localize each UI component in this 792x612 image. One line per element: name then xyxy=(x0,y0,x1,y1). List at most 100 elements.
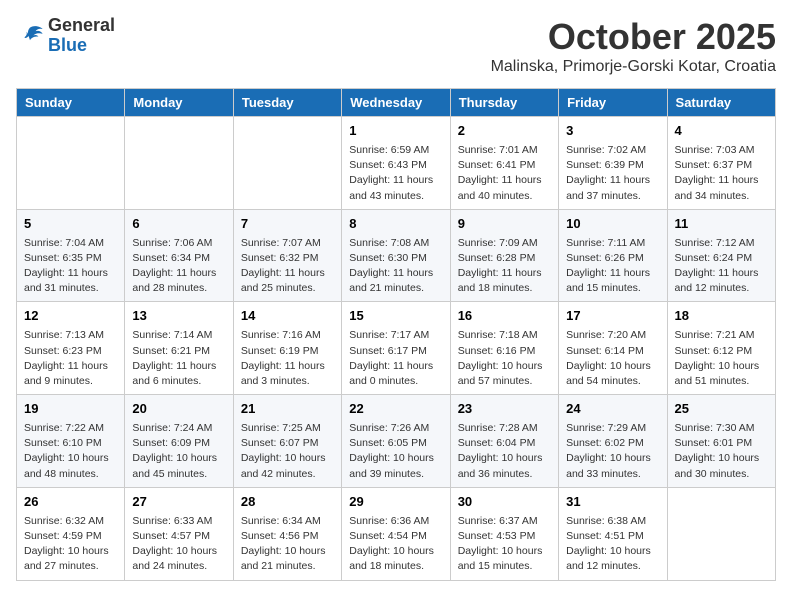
day-number: 29 xyxy=(349,493,442,512)
calendar-cell: 11 Sunrise: 7:12 AM Sunset: 6:24 PM Dayli… xyxy=(667,209,775,302)
day-info: Sunrise: 7:08 AM Sunset: 6:30 PM Dayligh… xyxy=(349,236,442,297)
calendar-table: SundayMondayTuesdayWednesdayThursdayFrid… xyxy=(16,88,776,581)
day-number: 2 xyxy=(458,122,551,141)
calendar-cell: 5Sunrise: 7:04 AM Sunset: 6:35 PM Daylig… xyxy=(17,209,125,302)
day-info: Sunrise: 7:22 AM Sunset: 6:10 PM Dayligh… xyxy=(24,421,117,482)
calendar-cell: 4 Sunrise: 7:03 AM Sunset: 6:37 PM Daylig… xyxy=(667,117,775,210)
calendar-cell: 27Sunrise: 6:33 AM Sunset: 4:57 PM Dayli… xyxy=(125,487,233,580)
day-number: 9 xyxy=(458,215,551,234)
day-info: Sunrise: 7:04 AM Sunset: 6:35 PM Dayligh… xyxy=(24,236,117,297)
day-number: 1 xyxy=(349,122,442,141)
calendar-cell: 12 Sunrise: 7:13 AM Sunset: 6:23 PM Dayli… xyxy=(17,302,125,395)
calendar-cell: 18Sunrise: 7:21 AM Sunset: 6:12 PM Dayli… xyxy=(667,302,775,395)
calendar-cell: 28 Sunrise: 6:34 AM Sunset: 4:56 PM Dayli… xyxy=(233,487,341,580)
day-info: Sunrise: 7:30 AM Sunset: 6:01 PM Dayligh… xyxy=(675,421,768,482)
day-number: 8 xyxy=(349,215,442,234)
calendar-cell: 22Sunrise: 7:26 AM Sunset: 6:05 PM Dayli… xyxy=(342,395,450,488)
calendar-week-row: 5Sunrise: 7:04 AM Sunset: 6:35 PM Daylig… xyxy=(17,209,776,302)
day-info: Sunrise: 7:02 AM Sunset: 6:39 PM Dayligh… xyxy=(566,143,659,204)
day-number: 24 xyxy=(566,400,659,419)
day-info: Sunrise: 7:09 AM Sunset: 6:28 PM Dayligh… xyxy=(458,236,551,297)
calendar-cell: 14 Sunrise: 7:16 AM Sunset: 6:19 PM Dayli… xyxy=(233,302,341,395)
day-number: 23 xyxy=(458,400,551,419)
calendar-cell xyxy=(17,117,125,210)
calendar-cell: 30 Sunrise: 6:37 AM Sunset: 4:53 PM Dayli… xyxy=(450,487,558,580)
day-info: Sunrise: 6:37 AM Sunset: 4:53 PM Dayligh… xyxy=(458,514,551,575)
day-number: 14 xyxy=(241,307,334,326)
day-info: Sunrise: 7:17 AM Sunset: 6:17 PM Dayligh… xyxy=(349,328,442,389)
calendar-cell: 20Sunrise: 7:24 AM Sunset: 6:09 PM Dayli… xyxy=(125,395,233,488)
calendar-cell: 25 Sunrise: 7:30 AM Sunset: 6:01 PM Dayli… xyxy=(667,395,775,488)
calendar-cell: 29 Sunrise: 6:36 AM Sunset: 4:54 PM Dayli… xyxy=(342,487,450,580)
day-info: Sunrise: 7:18 AM Sunset: 6:16 PM Dayligh… xyxy=(458,328,551,389)
day-number: 26 xyxy=(24,493,117,512)
day-info: Sunrise: 6:34 AM Sunset: 4:56 PM Dayligh… xyxy=(241,514,334,575)
day-number: 28 xyxy=(241,493,334,512)
day-info: Sunrise: 7:28 AM Sunset: 6:04 PM Dayligh… xyxy=(458,421,551,482)
day-info: Sunrise: 7:01 AM Sunset: 6:41 PM Dayligh… xyxy=(458,143,551,204)
day-number: 15 xyxy=(349,307,442,326)
calendar-cell xyxy=(233,117,341,210)
calendar-cell xyxy=(125,117,233,210)
calendar-cell: 9 Sunrise: 7:09 AM Sunset: 6:28 PM Daylig… xyxy=(450,209,558,302)
day-info: Sunrise: 7:29 AM Sunset: 6:02 PM Dayligh… xyxy=(566,421,659,482)
weekday-header: Monday xyxy=(125,89,233,117)
day-info: Sunrise: 7:14 AM Sunset: 6:21 PM Dayligh… xyxy=(132,328,225,389)
day-info: Sunrise: 6:59 AM Sunset: 6:43 PM Dayligh… xyxy=(349,143,442,204)
weekday-header: Tuesday xyxy=(233,89,341,117)
day-number: 30 xyxy=(458,493,551,512)
day-info: Sunrise: 6:36 AM Sunset: 4:54 PM Dayligh… xyxy=(349,514,442,575)
calendar-week-row: 19 Sunrise: 7:22 AM Sunset: 6:10 PM Dayli… xyxy=(17,395,776,488)
day-number: 12 xyxy=(24,307,117,326)
calendar-cell: 3 Sunrise: 7:02 AM Sunset: 6:39 PM Daylig… xyxy=(559,117,667,210)
day-number: 31 xyxy=(566,493,659,512)
calendar-week-row: 26 Sunrise: 6:32 AM Sunset: 4:59 PM Dayli… xyxy=(17,487,776,580)
day-number: 21 xyxy=(241,400,334,419)
day-number: 19 xyxy=(24,400,117,419)
weekday-header: Friday xyxy=(559,89,667,117)
day-info: Sunrise: 6:32 AM Sunset: 4:59 PM Dayligh… xyxy=(24,514,117,575)
title-block: October 2025 Malinska, Primorje-Gorski K… xyxy=(491,16,776,76)
location-title: Malinska, Primorje-Gorski Kotar, Croatia xyxy=(491,58,776,76)
day-info: Sunrise: 7:12 AM Sunset: 6:24 PM Dayligh… xyxy=(675,236,768,297)
day-number: 6 xyxy=(132,215,225,234)
day-number: 13 xyxy=(132,307,225,326)
weekday-header: Thursday xyxy=(450,89,558,117)
header: General Blue October 2025 Malinska, Prim… xyxy=(16,16,776,76)
day-info: Sunrise: 7:03 AM Sunset: 6:37 PM Dayligh… xyxy=(675,143,768,204)
calendar-cell: 24 Sunrise: 7:29 AM Sunset: 6:02 PM Dayli… xyxy=(559,395,667,488)
day-number: 11 xyxy=(675,215,768,234)
weekday-header-row: SundayMondayTuesdayWednesdayThursdayFrid… xyxy=(17,89,776,117)
calendar-cell: 17Sunrise: 7:20 AM Sunset: 6:14 PM Dayli… xyxy=(559,302,667,395)
calendar-week-row: 12 Sunrise: 7:13 AM Sunset: 6:23 PM Dayli… xyxy=(17,302,776,395)
calendar-cell: 2 Sunrise: 7:01 AM Sunset: 6:41 PM Daylig… xyxy=(450,117,558,210)
day-number: 22 xyxy=(349,400,442,419)
calendar-cell: 7 Sunrise: 7:07 AM Sunset: 6:32 PM Daylig… xyxy=(233,209,341,302)
day-number: 7 xyxy=(241,215,334,234)
calendar-cell: 10Sunrise: 7:11 AM Sunset: 6:26 PM Dayli… xyxy=(559,209,667,302)
calendar-cell: 1 Sunrise: 6:59 AM Sunset: 6:43 PM Daylig… xyxy=(342,117,450,210)
weekday-header: Sunday xyxy=(17,89,125,117)
weekday-header: Saturday xyxy=(667,89,775,117)
day-number: 16 xyxy=(458,307,551,326)
day-info: Sunrise: 7:16 AM Sunset: 6:19 PM Dayligh… xyxy=(241,328,334,389)
day-info: Sunrise: 7:06 AM Sunset: 6:34 PM Dayligh… xyxy=(132,236,225,297)
day-info: Sunrise: 7:11 AM Sunset: 6:26 PM Dayligh… xyxy=(566,236,659,297)
calendar-cell: 31Sunrise: 6:38 AM Sunset: 4:51 PM Dayli… xyxy=(559,487,667,580)
weekday-header: Wednesday xyxy=(342,89,450,117)
day-number: 4 xyxy=(675,122,768,141)
month-title: October 2025 xyxy=(491,16,776,58)
calendar-cell: 19 Sunrise: 7:22 AM Sunset: 6:10 PM Dayli… xyxy=(17,395,125,488)
day-info: Sunrise: 7:24 AM Sunset: 6:09 PM Dayligh… xyxy=(132,421,225,482)
calendar-cell: 21Sunrise: 7:25 AM Sunset: 6:07 PM Dayli… xyxy=(233,395,341,488)
logo-bird-icon xyxy=(16,22,44,50)
calendar-cell: 15 Sunrise: 7:17 AM Sunset: 6:17 PM Dayli… xyxy=(342,302,450,395)
calendar-cell: 13 Sunrise: 7:14 AM Sunset: 6:21 PM Dayli… xyxy=(125,302,233,395)
calendar-cell xyxy=(667,487,775,580)
day-info: Sunrise: 7:07 AM Sunset: 6:32 PM Dayligh… xyxy=(241,236,334,297)
day-number: 3 xyxy=(566,122,659,141)
day-info: Sunrise: 7:13 AM Sunset: 6:23 PM Dayligh… xyxy=(24,328,117,389)
day-number: 25 xyxy=(675,400,768,419)
day-info: Sunrise: 7:20 AM Sunset: 6:14 PM Dayligh… xyxy=(566,328,659,389)
day-number: 18 xyxy=(675,307,768,326)
